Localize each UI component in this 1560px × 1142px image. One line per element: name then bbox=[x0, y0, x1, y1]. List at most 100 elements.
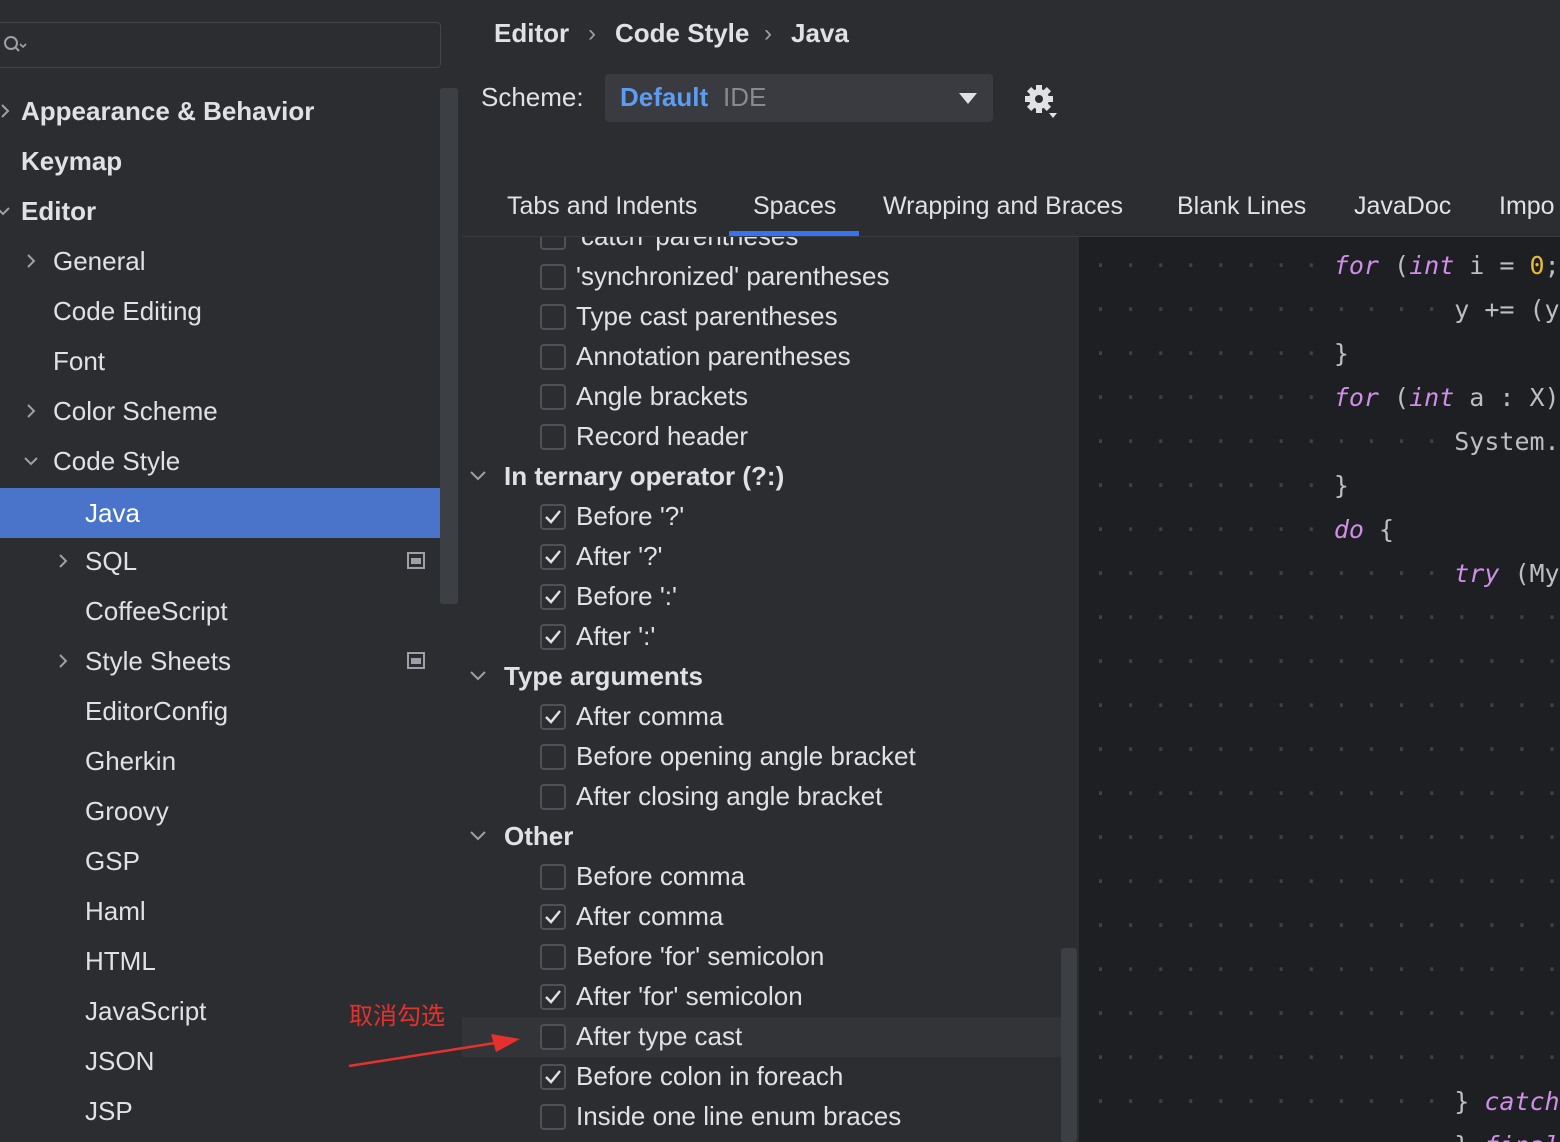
option-item[interactable]: 'synchronized' parentheses bbox=[462, 257, 1062, 297]
option-item[interactable]: Before comma bbox=[462, 857, 1062, 897]
option-group[interactable]: Other bbox=[462, 817, 1062, 857]
option-item[interactable]: Before '?' bbox=[462, 497, 1062, 537]
tree-item-label: EditorConfig bbox=[85, 696, 229, 726]
option-checkbox[interactable] bbox=[540, 744, 566, 770]
tree-item-label: General bbox=[53, 246, 146, 276]
option-item[interactable]: Inside one line enum braces bbox=[462, 1097, 1062, 1137]
option-group[interactable]: In ternary operator (?:) bbox=[462, 457, 1062, 497]
tree-item-label: Keymap bbox=[21, 146, 123, 176]
gear-icon[interactable] bbox=[1022, 83, 1060, 121]
tree-item-groovy[interactable]: Groovy bbox=[0, 786, 458, 836]
checkmark-icon bbox=[545, 910, 561, 924]
tree-item-general[interactable]: General bbox=[0, 236, 458, 286]
tab-imports[interactable]: Impo bbox=[1499, 192, 1555, 221]
option-item[interactable]: After '?' bbox=[462, 537, 1062, 577]
tree-item-html[interactable]: HTML bbox=[0, 936, 458, 986]
scheme-select[interactable]: Default IDE bbox=[605, 74, 993, 122]
option-item[interactable]: Before colon in foreach bbox=[462, 1057, 1062, 1097]
tree-item-label: Java bbox=[85, 498, 140, 528]
tab-wrapping-and-braces[interactable]: Wrapping and Braces bbox=[883, 192, 1123, 221]
option-item[interactable]: Record header bbox=[462, 417, 1062, 457]
option-checkbox[interactable] bbox=[540, 704, 566, 730]
tree-item-jsp[interactable]: JSP bbox=[0, 1086, 458, 1136]
code-line: · · · · · · · · · · · · try (MyResource … bbox=[1093, 559, 1560, 588]
tree-item-style-sheets[interactable]: Style Sheets bbox=[0, 636, 458, 686]
chevron-down-icon[interactable] bbox=[468, 829, 488, 843]
tree-item-editorconfig[interactable]: EditorConfig bbox=[0, 686, 458, 736]
checkmark-icon bbox=[545, 550, 561, 564]
tree-item-coffeescript[interactable]: CoffeeScript bbox=[0, 586, 458, 636]
option-checkbox[interactable] bbox=[540, 984, 566, 1010]
chevron-right-icon[interactable] bbox=[54, 652, 72, 670]
option-checkbox[interactable] bbox=[540, 344, 566, 370]
option-item[interactable]: Before 'for' semicolon bbox=[462, 937, 1062, 977]
option-checkbox[interactable] bbox=[540, 584, 566, 610]
option-checkbox[interactable] bbox=[540, 1104, 566, 1130]
option-item[interactable]: Type cast parentheses bbox=[462, 297, 1062, 337]
option-item[interactable]: After comma bbox=[462, 697, 1062, 737]
tree-item-label: Code Editing bbox=[53, 296, 202, 326]
option-label: Before colon in foreach bbox=[576, 1061, 844, 1091]
option-checkbox[interactable] bbox=[540, 864, 566, 890]
chevron-down-icon[interactable] bbox=[0, 202, 12, 220]
chevron-right-icon[interactable] bbox=[22, 402, 40, 420]
tree-item-label: Haml bbox=[85, 896, 146, 926]
option-item[interactable]: After 'for' semicolon bbox=[462, 977, 1062, 1017]
option-checkbox[interactable] bbox=[540, 237, 566, 250]
tree-item-code-editing[interactable]: Code Editing bbox=[0, 286, 458, 336]
option-item[interactable]: After ':' bbox=[462, 617, 1062, 657]
chevron-down-icon[interactable] bbox=[468, 669, 488, 683]
settings-search-input[interactable] bbox=[0, 22, 441, 68]
tree-item-appearance-behavior[interactable]: Appearance & Behavior bbox=[0, 86, 458, 136]
chevron-down-icon[interactable] bbox=[22, 452, 40, 470]
option-checkbox[interactable] bbox=[540, 384, 566, 410]
breadcrumb-item-code-style[interactable]: Code Style bbox=[615, 18, 749, 49]
options-scrollbar[interactable] bbox=[1061, 948, 1077, 1142]
option-item[interactable]: After comma bbox=[462, 897, 1062, 937]
option-label: Inside one line enum braces bbox=[576, 1101, 902, 1131]
sidebar-scrollbar[interactable] bbox=[440, 88, 458, 604]
option-item[interactable]: 'catch' parentheses bbox=[462, 237, 1062, 257]
option-item[interactable]: Before opening angle bracket bbox=[462, 737, 1062, 777]
option-checkbox[interactable] bbox=[540, 624, 566, 650]
tree-item-java[interactable]: Java bbox=[0, 488, 458, 538]
tab-javadoc[interactable]: JavaDoc bbox=[1354, 192, 1451, 221]
tree-item-editor[interactable]: Editor bbox=[0, 186, 458, 236]
option-item[interactable]: Angle brackets bbox=[462, 377, 1062, 417]
option-item[interactable]: After closing angle bracket bbox=[462, 777, 1062, 817]
tree-item-gherkin[interactable]: Gherkin bbox=[0, 736, 458, 786]
option-item[interactable]: Annotation parentheses bbox=[462, 337, 1062, 377]
option-item[interactable]: Before ':' bbox=[462, 577, 1062, 617]
option-group[interactable]: Type arguments bbox=[462, 657, 1062, 697]
option-item[interactable]: After type cast bbox=[462, 1017, 1062, 1057]
option-checkbox[interactable] bbox=[540, 1024, 566, 1050]
option-checkbox[interactable] bbox=[540, 544, 566, 570]
tree-item-code-style[interactable]: Code Style bbox=[0, 436, 458, 486]
option-checkbox[interactable] bbox=[540, 944, 566, 970]
chevron-right-icon[interactable] bbox=[54, 552, 72, 570]
tree-item-keymap[interactable]: Keymap bbox=[0, 136, 458, 186]
tree-item-font[interactable]: Font bbox=[0, 336, 458, 386]
tree-item-label: Editor bbox=[21, 196, 97, 226]
chevron-down-icon[interactable] bbox=[468, 469, 488, 483]
spaces-options-tree: 'catch' parentheses 'synchronized' parent… bbox=[462, 237, 1079, 1142]
tab-tabs-and-indents[interactable]: Tabs and Indents bbox=[507, 192, 697, 221]
tree-item-sql[interactable]: SQL bbox=[0, 536, 458, 586]
tab-blank-lines[interactable]: Blank Lines bbox=[1177, 192, 1306, 221]
option-checkbox[interactable] bbox=[540, 264, 566, 290]
tree-item-haml[interactable]: Haml bbox=[0, 886, 458, 936]
code-line: · · · · · · · · · · · · System.out.print… bbox=[1093, 427, 1560, 456]
option-checkbox[interactable] bbox=[540, 784, 566, 810]
option-checkbox[interactable] bbox=[540, 304, 566, 330]
chevron-right-icon[interactable] bbox=[0, 102, 14, 120]
breadcrumb-item-editor[interactable]: Editor bbox=[494, 18, 569, 49]
tree-item-gsp[interactable]: GSP bbox=[0, 836, 458, 886]
option-checkbox[interactable] bbox=[540, 1064, 566, 1090]
tree-item-color-scheme[interactable]: Color Scheme bbox=[0, 386, 458, 436]
option-checkbox[interactable] bbox=[540, 424, 566, 450]
tab-spaces[interactable]: Spaces bbox=[753, 192, 836, 221]
chevron-right-icon[interactable] bbox=[22, 252, 40, 270]
tree-item-label: Code Style bbox=[53, 446, 181, 476]
option-checkbox[interactable] bbox=[540, 504, 566, 530]
option-checkbox[interactable] bbox=[540, 904, 566, 930]
